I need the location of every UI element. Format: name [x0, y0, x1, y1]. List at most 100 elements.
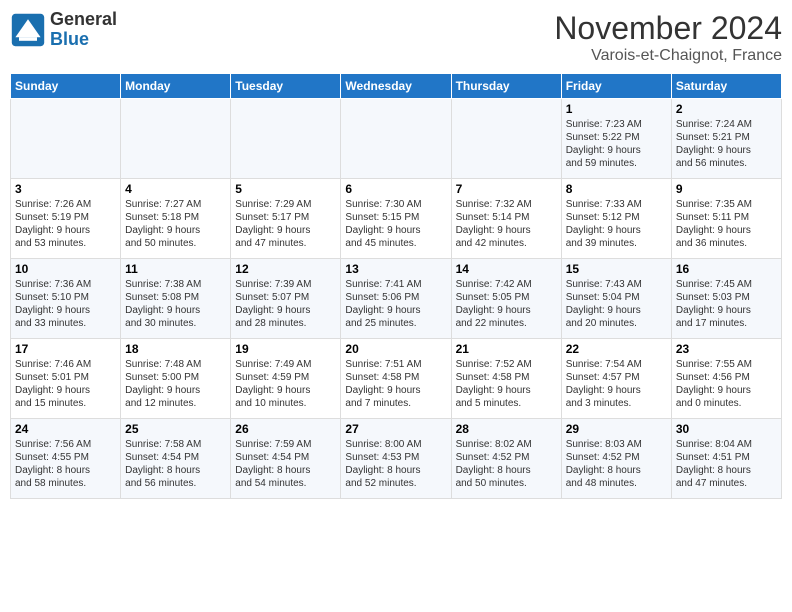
day-info: Sunrise: 7:58 AMSunset: 4:54 PMDaylight:… — [125, 438, 226, 490]
day-info: Sunrise: 7:29 AMSunset: 5:17 PMDaylight:… — [235, 198, 336, 250]
day-number: 19 — [235, 342, 336, 356]
calendar-day-cell: 23 Sunrise: 7:55 AMSunset: 4:56 PMDayligh… — [671, 339, 781, 419]
day-number: 15 — [566, 262, 667, 276]
day-info: Sunrise: 7:32 AMSunset: 5:14 PMDaylight:… — [456, 198, 557, 250]
calendar-day-cell: 29 Sunrise: 8:03 AMSunset: 4:52 PMDayligh… — [561, 419, 671, 499]
day-number: 13 — [345, 262, 446, 276]
day-number: 1 — [566, 102, 667, 116]
day-number: 2 — [676, 102, 777, 116]
day-info: Sunrise: 7:26 AMSunset: 5:19 PMDaylight:… — [15, 198, 116, 250]
day-number: 30 — [676, 422, 777, 436]
calendar-day-cell — [11, 99, 121, 179]
calendar-day-cell: 1 Sunrise: 7:23 AMSunset: 5:22 PMDaylight… — [561, 99, 671, 179]
calendar-day-cell: 4Sunrise: 7:27 AMSunset: 5:18 PMDaylight… — [121, 179, 231, 259]
calendar-day-cell: 8 Sunrise: 7:33 AMSunset: 5:12 PMDaylight… — [561, 179, 671, 259]
day-number: 23 — [676, 342, 777, 356]
day-info: Sunrise: 7:30 AMSunset: 5:15 PMDaylight:… — [345, 198, 446, 250]
day-number: 18 — [125, 342, 226, 356]
calendar-day-cell — [451, 99, 561, 179]
logo-text: General Blue — [50, 10, 117, 50]
calendar-day-cell: 9 Sunrise: 7:35 AMSunset: 5:11 PMDaylight… — [671, 179, 781, 259]
calendar-day-cell: 19 Sunrise: 7:49 AMSunset: 4:59 PMDayligh… — [231, 339, 341, 419]
day-number: 14 — [456, 262, 557, 276]
day-info: Sunrise: 7:39 AMSunset: 5:07 PMDaylight:… — [235, 278, 336, 330]
calendar-header-row: SundayMondayTuesdayWednesdayThursdayFrid… — [11, 74, 782, 99]
day-number: 17 — [15, 342, 116, 356]
day-info: Sunrise: 7:52 AMSunset: 4:58 PMDaylight:… — [456, 358, 557, 410]
calendar-day-cell: 28Sunrise: 8:02 AMSunset: 4:52 PMDayligh… — [451, 419, 561, 499]
day-info: Sunrise: 7:56 AMSunset: 4:55 PMDaylight:… — [15, 438, 116, 490]
day-info: Sunrise: 7:24 AMSunset: 5:21 PMDaylight:… — [676, 118, 777, 170]
calendar-day-cell — [121, 99, 231, 179]
calendar-day-cell: 14 Sunrise: 7:42 AMSunset: 5:05 PMDayligh… — [451, 259, 561, 339]
day-info: Sunrise: 7:55 AMSunset: 4:56 PMDaylight:… — [676, 358, 777, 410]
day-info: Sunrise: 7:33 AMSunset: 5:12 PMDaylight:… — [566, 198, 667, 250]
calendar-day-cell: 18Sunrise: 7:48 AMSunset: 5:00 PMDayligh… — [121, 339, 231, 419]
weekday-header: Wednesday — [341, 74, 451, 99]
day-number: 8 — [566, 182, 667, 196]
day-info: Sunrise: 7:49 AMSunset: 4:59 PMDaylight:… — [235, 358, 336, 410]
weekday-header: Saturday — [671, 74, 781, 99]
calendar-day-cell — [341, 99, 451, 179]
calendar-day-cell — [231, 99, 341, 179]
calendar-table: SundayMondayTuesdayWednesdayThursdayFrid… — [10, 73, 782, 499]
day-info: Sunrise: 7:41 AMSunset: 5:06 PMDaylight:… — [345, 278, 446, 330]
day-number: 27 — [345, 422, 446, 436]
calendar-day-cell: 6 Sunrise: 7:30 AMSunset: 5:15 PMDaylight… — [341, 179, 451, 259]
day-info: Sunrise: 7:23 AMSunset: 5:22 PMDaylight:… — [566, 118, 667, 170]
calendar-day-cell: 20Sunrise: 7:51 AMSunset: 4:58 PMDayligh… — [341, 339, 451, 419]
day-info: Sunrise: 8:04 AMSunset: 4:51 PMDaylight:… — [676, 438, 777, 490]
logo-general-text: General — [50, 10, 117, 30]
title-block: November 2024 Varois-et-Chaignot, France — [554, 10, 782, 65]
day-info: Sunrise: 7:42 AMSunset: 5:05 PMDaylight:… — [456, 278, 557, 330]
day-number: 9 — [676, 182, 777, 196]
calendar-day-cell: 11 Sunrise: 7:38 AMSunset: 5:08 PMDayligh… — [121, 259, 231, 339]
location-text: Varois-et-Chaignot, France — [554, 47, 782, 65]
month-title: November 2024 — [554, 10, 782, 47]
day-info: Sunrise: 7:36 AMSunset: 5:10 PMDaylight:… — [15, 278, 116, 330]
day-number: 24 — [15, 422, 116, 436]
logo-icon — [10, 12, 46, 48]
calendar-day-cell: 17Sunrise: 7:46 AMSunset: 5:01 PMDayligh… — [11, 339, 121, 419]
calendar-week-row: 3 Sunrise: 7:26 AMSunset: 5:19 PMDaylight… — [11, 179, 782, 259]
weekday-header: Sunday — [11, 74, 121, 99]
day-info: Sunrise: 8:00 AMSunset: 4:53 PMDaylight:… — [345, 438, 446, 490]
day-info: Sunrise: 7:35 AMSunset: 5:11 PMDaylight:… — [676, 198, 777, 250]
day-number: 6 — [345, 182, 446, 196]
day-number: 26 — [235, 422, 336, 436]
calendar-day-cell: 15Sunrise: 7:43 AMSunset: 5:04 PMDayligh… — [561, 259, 671, 339]
day-number: 7 — [456, 182, 557, 196]
day-number: 10 — [15, 262, 116, 276]
day-number: 20 — [345, 342, 446, 356]
calendar-day-cell: 7 Sunrise: 7:32 AMSunset: 5:14 PMDaylight… — [451, 179, 561, 259]
day-number: 16 — [676, 262, 777, 276]
day-info: Sunrise: 7:54 AMSunset: 4:57 PMDaylight:… — [566, 358, 667, 410]
day-info: Sunrise: 8:02 AMSunset: 4:52 PMDaylight:… — [456, 438, 557, 490]
calendar-day-cell: 21 Sunrise: 7:52 AMSunset: 4:58 PMDayligh… — [451, 339, 561, 419]
calendar-day-cell: 27 Sunrise: 8:00 AMSunset: 4:53 PMDayligh… — [341, 419, 451, 499]
day-number: 12 — [235, 262, 336, 276]
calendar-week-row: 1 Sunrise: 7:23 AMSunset: 5:22 PMDaylight… — [11, 99, 782, 179]
day-number: 22 — [566, 342, 667, 356]
calendar-week-row: 24 Sunrise: 7:56 AMSunset: 4:55 PMDayligh… — [11, 419, 782, 499]
calendar-day-cell: 5Sunrise: 7:29 AMSunset: 5:17 PMDaylight… — [231, 179, 341, 259]
weekday-header: Monday — [121, 74, 231, 99]
calendar-day-cell: 2 Sunrise: 7:24 AMSunset: 5:21 PMDaylight… — [671, 99, 781, 179]
weekday-header: Friday — [561, 74, 671, 99]
day-number: 3 — [15, 182, 116, 196]
day-info: Sunrise: 7:38 AMSunset: 5:08 PMDaylight:… — [125, 278, 226, 330]
day-number: 11 — [125, 262, 226, 276]
day-number: 4 — [125, 182, 226, 196]
page-header: General Blue November 2024 Varois-et-Cha… — [10, 10, 782, 65]
calendar-day-cell: 16 Sunrise: 7:45 AMSunset: 5:03 PMDayligh… — [671, 259, 781, 339]
day-info: Sunrise: 8:03 AMSunset: 4:52 PMDaylight:… — [566, 438, 667, 490]
calendar-day-cell: 13 Sunrise: 7:41 AMSunset: 5:06 PMDayligh… — [341, 259, 451, 339]
day-number: 21 — [456, 342, 557, 356]
calendar-body: 1 Sunrise: 7:23 AMSunset: 5:22 PMDaylight… — [11, 99, 782, 499]
day-info: Sunrise: 7:45 AMSunset: 5:03 PMDaylight:… — [676, 278, 777, 330]
calendar-day-cell: 12 Sunrise: 7:39 AMSunset: 5:07 PMDayligh… — [231, 259, 341, 339]
logo-blue-text: Blue — [50, 30, 117, 50]
day-number: 29 — [566, 422, 667, 436]
day-info: Sunrise: 7:59 AMSunset: 4:54 PMDaylight:… — [235, 438, 336, 490]
calendar-day-cell: 10 Sunrise: 7:36 AMSunset: 5:10 PMDayligh… — [11, 259, 121, 339]
